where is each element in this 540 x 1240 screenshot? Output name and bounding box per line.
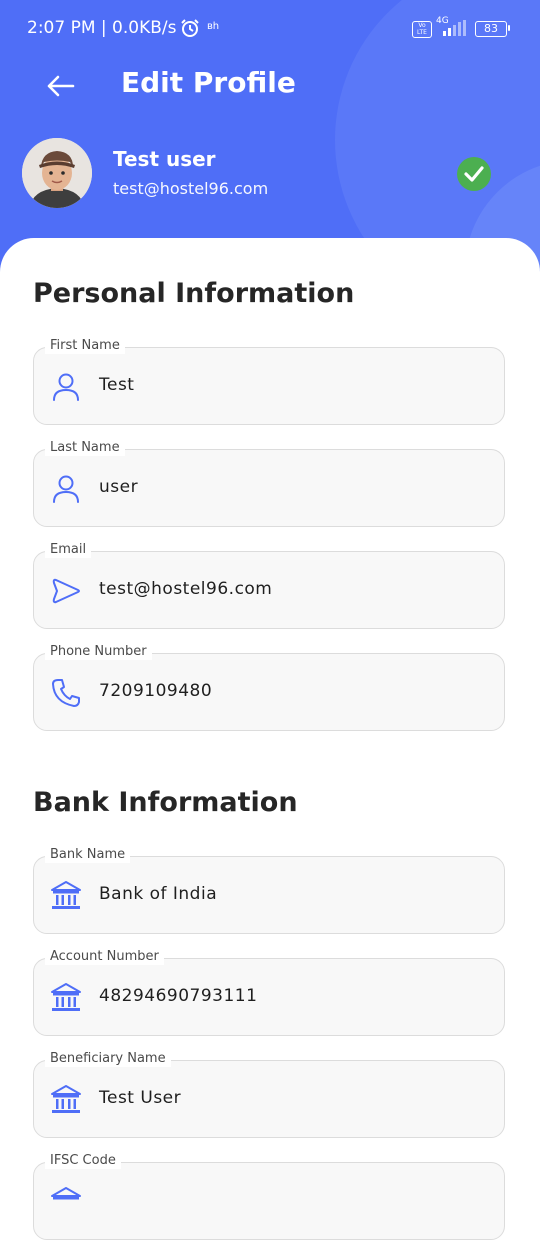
personal-info-title: Personal Information (33, 278, 355, 309)
person-icon (53, 475, 79, 503)
battery-level: 83 (475, 21, 507, 37)
field-value: 48294690793111 (99, 986, 258, 1006)
field-label: Account Number (45, 949, 164, 965)
status-time: 2:07 PM | 0.0KB/s (27, 18, 177, 38)
ifsc-code-input[interactable] (33, 1162, 505, 1240)
field-label: Beneficiary Name (45, 1051, 171, 1067)
bank-icon (51, 983, 81, 1011)
battery-tip (508, 25, 510, 31)
ifsc-code-field[interactable]: IFSC Code (33, 1153, 505, 1240)
field-label: Last Name (45, 440, 125, 456)
user-email: test@hostel96.com (113, 179, 269, 198)
field-value: Test User (99, 1088, 182, 1108)
signal-icon (443, 20, 466, 36)
bank-info-title: Bank Information (33, 787, 298, 818)
alarm-icon (181, 19, 199, 37)
bank-icon (51, 881, 81, 909)
person-icon (53, 373, 79, 401)
status-bar: 2:07 PM | 0.0KB/s ʙh Vo LTE 4G 83 (0, 0, 540, 58)
avatar[interactable] (22, 138, 92, 208)
field-value: user (99, 477, 139, 497)
field-value: Test (99, 375, 135, 395)
bank-name-field[interactable]: Bank Name Bank of India (33, 847, 505, 934)
volte-indicator: Vo LTE (412, 21, 432, 38)
phone-icon (52, 679, 80, 707)
account-number-field[interactable]: Account Number 48294690793111 (33, 949, 505, 1036)
field-value: test@hostel96.com (99, 579, 273, 599)
field-label: Email (45, 542, 92, 558)
avatar-image (22, 138, 92, 208)
back-arrow-icon[interactable] (44, 70, 76, 102)
page-title: Edit Profile (121, 66, 296, 99)
field-label: IFSC Code (45, 1153, 121, 1169)
send-icon (52, 578, 80, 604)
field-label: First Name (45, 338, 125, 354)
field-label: Phone Number (45, 644, 152, 660)
beneficiary-name-field[interactable]: Beneficiary Name Test User (33, 1051, 505, 1138)
last-name-field[interactable]: Last Name user (33, 440, 505, 527)
field-value: 7209109480 (99, 681, 213, 701)
bank-icon (51, 1085, 81, 1113)
field-label: Bank Name (45, 847, 131, 863)
bank-icon (51, 1187, 81, 1200)
field-value: Bank of India (99, 884, 218, 904)
user-name: Test user (113, 147, 216, 171)
email-field[interactable]: Email test@hostel96.com (33, 542, 505, 629)
phone-field[interactable]: Phone Number 7209109480 (33, 644, 505, 731)
data-saver-indicator: ʙh (207, 21, 220, 32)
first-name-field[interactable]: First Name Test (33, 338, 505, 425)
verified-check-icon (457, 157, 491, 191)
